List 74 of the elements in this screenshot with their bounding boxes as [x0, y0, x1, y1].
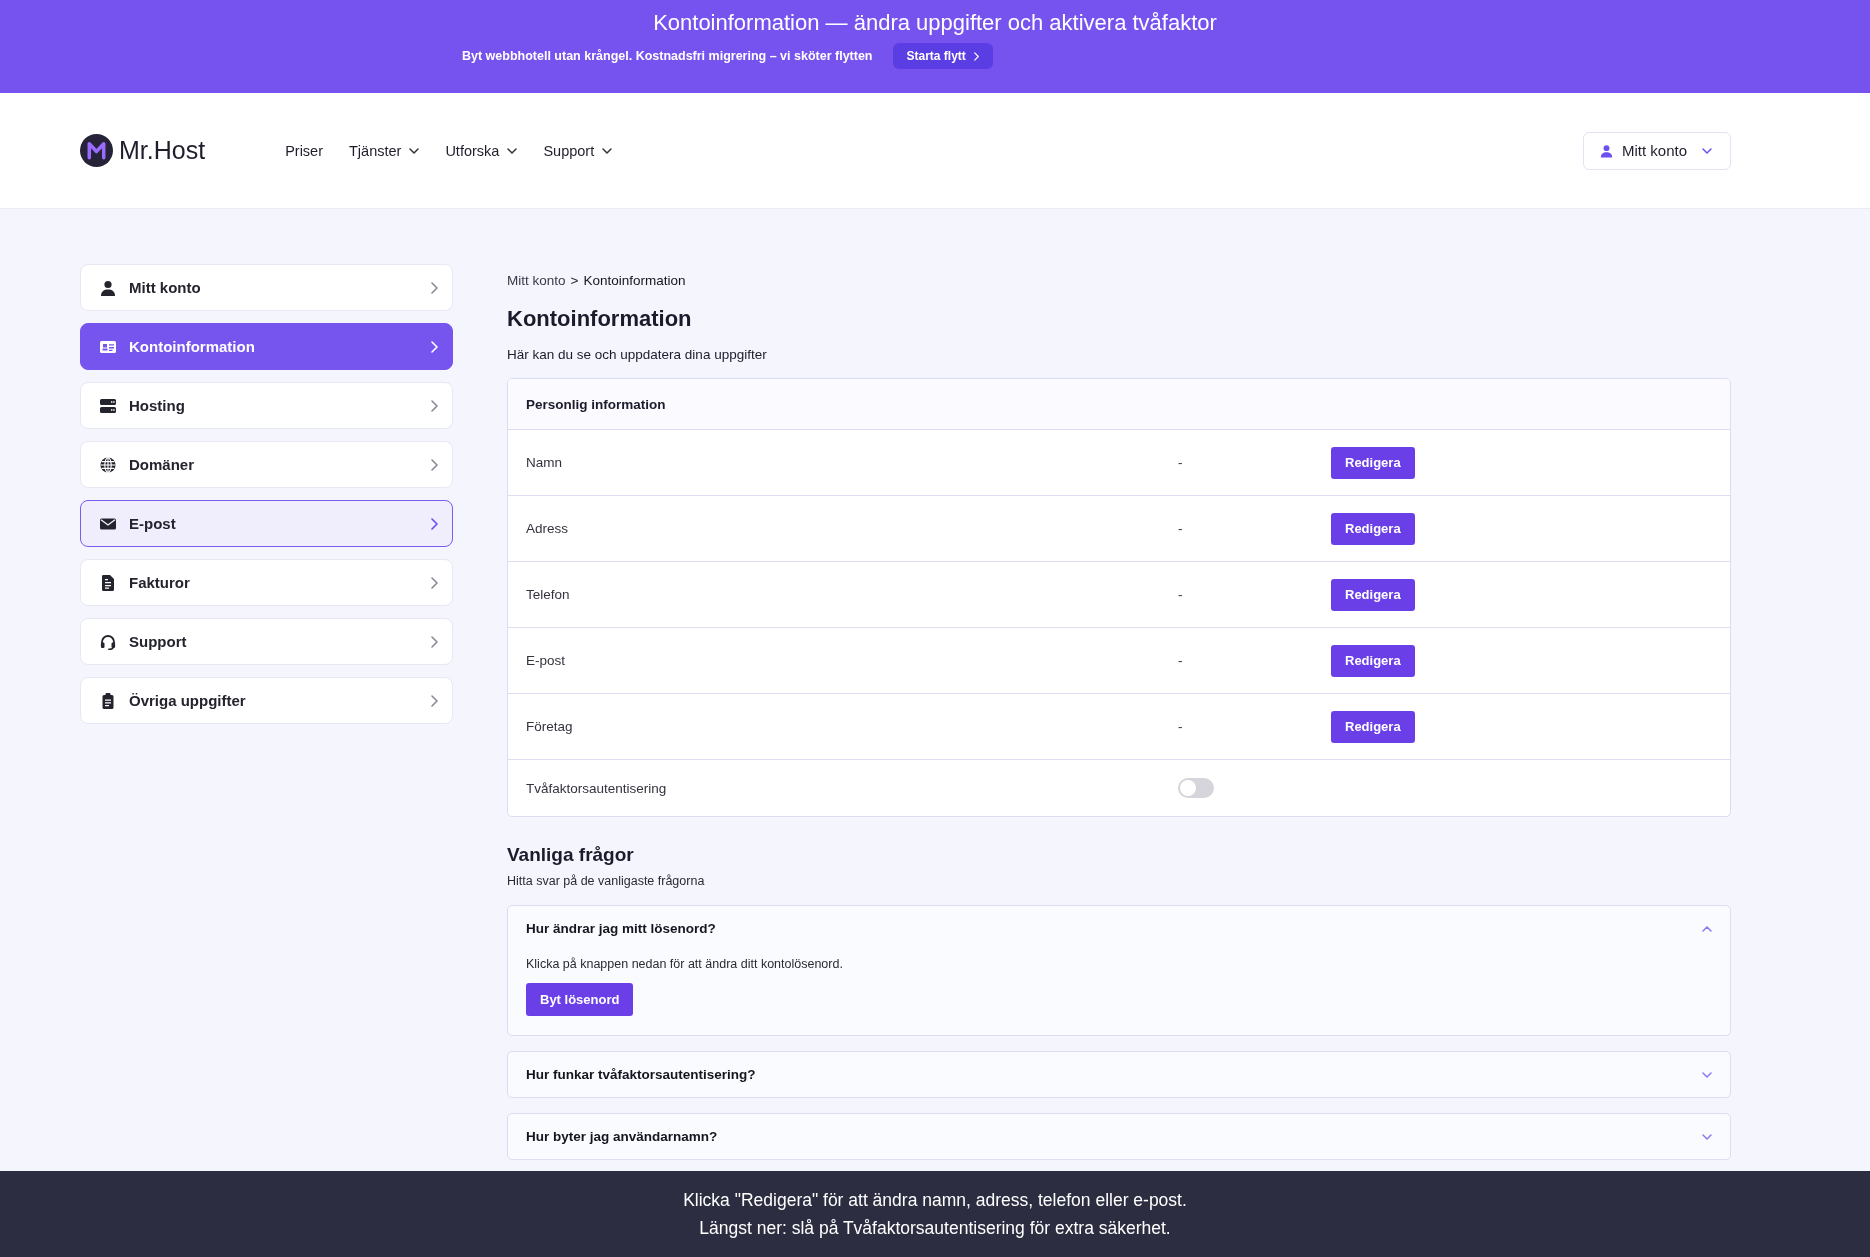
promo-button[interactable]: Starta flytt	[892, 43, 993, 69]
field-label: Namn	[526, 455, 563, 470]
field-label: E-post	[526, 653, 567, 668]
chevron-right-icon	[431, 340, 438, 353]
faq-question[interactable]: Hur funkar tvåfaktorsautentisering?	[508, 1052, 1730, 1097]
server-icon	[100, 397, 116, 414]
chevron-right-icon	[973, 51, 979, 61]
nav-link[interactable]: Support	[543, 142, 613, 159]
edit-button[interactable]: Redigera	[1331, 578, 1415, 611]
chevron-right-icon	[431, 576, 438, 589]
field-value: -	[1178, 455, 1184, 470]
sidebar-item[interactable]: Mitt konto	[80, 264, 453, 311]
account-button[interactable]: Mitt konto	[1582, 131, 1731, 170]
logo-icon	[80, 134, 113, 167]
field-label: Tvåfaktorsautentisering	[526, 780, 668, 796]
id-card-icon	[100, 338, 116, 355]
faq-question[interactable]: Hur byter jag användarnamn?	[508, 1114, 1730, 1159]
sidebar-item[interactable]: Support	[80, 618, 453, 665]
chevron-right-icon	[431, 281, 438, 294]
chevron-right-icon	[431, 458, 438, 471]
breadcrumb-link[interactable]: Mitt konto	[507, 272, 566, 290]
caret-icon	[409, 147, 420, 154]
chevron-right-icon	[431, 399, 438, 412]
page-subtitle: Här kan du se och uppdatera dina uppgifter	[507, 346, 768, 364]
caption-text: Längst ner: slå på Tvåfaktorsautentisering för extra säkerhet.	[699, 1217, 1171, 1240]
card-title: Personlig information	[526, 396, 666, 412]
sidebar-item[interactable]: Domäner	[80, 441, 453, 488]
section-subtitle: Hitta svar på de vanligaste frågorna	[507, 873, 706, 890]
sidebar-item[interactable]: E-post	[80, 500, 453, 547]
section-title: Vanliga frågor	[507, 843, 635, 867]
caret-icon	[507, 147, 518, 154]
user-icon	[1599, 143, 1613, 158]
edit-button[interactable]: Redigera	[1331, 446, 1415, 479]
chevron-right-icon	[431, 694, 438, 707]
nav-link[interactable]: Priser	[285, 142, 323, 159]
caret-icon	[602, 147, 613, 154]
nav-link[interactable]: Tjänster	[349, 142, 420, 159]
field-value: -	[1178, 587, 1184, 602]
page-title: Kontoinformation	[507, 305, 693, 333]
toggle-switch[interactable]	[1178, 778, 1214, 798]
chevron-right-icon	[431, 517, 438, 530]
field-value: -	[1178, 521, 1184, 536]
field-label: Företag	[526, 719, 574, 734]
globe-icon	[100, 456, 116, 473]
breadcrumb-separator: >	[570, 272, 579, 290]
caption-text: Klicka "Redigera" för att ändra namn, adress, telefon eller e-post.	[683, 1189, 1187, 1212]
headset-icon	[100, 633, 116, 650]
promo-text: Byt webbhotell utan krångel. Kostnadsfri migrering – vi sköter flytten	[462, 49, 873, 63]
sidebar-item[interactable]: Fakturor	[80, 559, 453, 606]
edit-button[interactable]: Redigera	[1331, 512, 1415, 545]
caret-icon	[1702, 1133, 1712, 1140]
sidebar-item[interactable]: Kontoinformation	[80, 323, 453, 370]
edit-button[interactable]: Redigera	[1331, 710, 1415, 743]
caret-icon	[1702, 147, 1712, 154]
change-password-button[interactable]: Byt lösenord	[526, 983, 634, 1016]
caret-icon	[1702, 925, 1712, 932]
logo-text: Mr.Host	[119, 136, 206, 165]
faq-question[interactable]: Hur ändrar jag mitt lösenord?	[508, 906, 1730, 951]
clipboard-icon	[100, 692, 116, 709]
caption-title: Kontoinformation — ändra uppgifter och aktivera tvåfaktor	[653, 9, 1217, 37]
caret-icon	[1702, 1071, 1712, 1078]
chevron-right-icon	[431, 635, 438, 648]
sidebar-item[interactable]: Hosting	[80, 382, 453, 429]
breadcrumb-current: Kontoinformation	[583, 272, 686, 290]
field-label: Telefon	[526, 587, 571, 602]
user-icon	[100, 279, 116, 296]
field-value: -	[1178, 719, 1184, 734]
edit-button[interactable]: Redigera	[1331, 644, 1415, 677]
field-value: -	[1178, 653, 1184, 668]
document-icon	[100, 574, 116, 591]
nav-link[interactable]: Utforska	[445, 142, 518, 159]
sidebar-item[interactable]: Övriga uppgifter	[80, 677, 453, 724]
faq-answer: Klicka på knappen nedan för att ändra ditt kontolösenord.	[526, 956, 844, 973]
field-label: Adress	[526, 521, 570, 536]
